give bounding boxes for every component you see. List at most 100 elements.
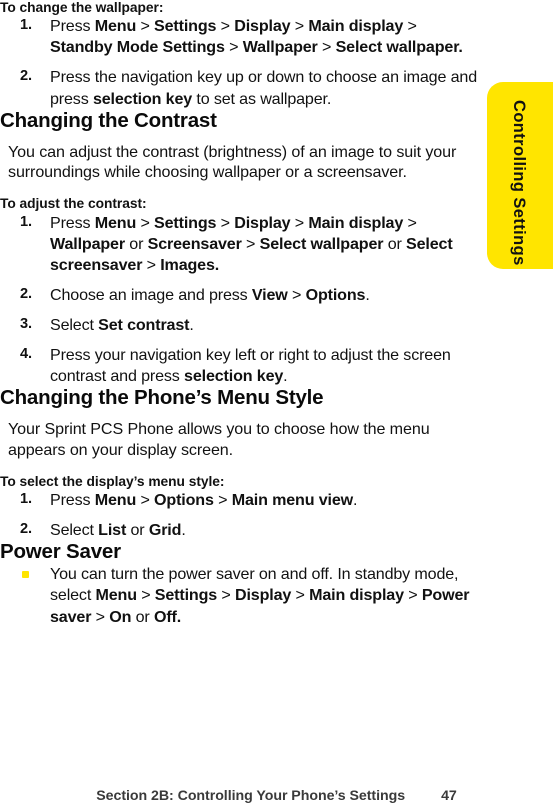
plain-text: > (136, 213, 155, 232)
emphasis-text: Menu (94, 491, 137, 510)
emphasis-text: On (109, 607, 132, 626)
plain-text: > (224, 38, 243, 57)
emphasis-text: Main display (308, 17, 404, 36)
plain-text: . (283, 367, 288, 386)
step-number: 2. (20, 68, 32, 85)
emphasis-text: Display (234, 17, 291, 36)
step-number: 1. (20, 17, 32, 34)
emphasis-text: Menu (94, 17, 137, 36)
plain-text: > (136, 586, 155, 605)
step-item: 1. Press Menu > Settings > Display > Main… (0, 213, 478, 276)
power-saver-heading: Power Saver (0, 540, 121, 564)
emphasis-text: selection key (92, 89, 193, 108)
plain-text: > (213, 491, 232, 510)
plain-text: Press (50, 491, 95, 510)
step-text: Press your navigation key left or right … (50, 346, 451, 385)
plain-text: > (403, 586, 422, 605)
emphasis-text: Wallpaper (50, 234, 125, 253)
menu-style-steps: 1. Press Menu > Options > Main menu view.… (0, 490, 478, 541)
step-item: 1. Press Menu > Options > Main menu view. (0, 490, 478, 511)
emphasis-text: Settings (154, 586, 218, 605)
wallpaper-steps: 1. Press Menu > Settings > Display > Main… (0, 16, 478, 109)
emphasis-text: Standby Mode Settings (50, 38, 225, 57)
bullet-text: You can turn the power saver on and off.… (50, 565, 470, 626)
emphasis-text: Main display (309, 586, 404, 605)
step-text: Press Menu > Settings > Display > Main d… (50, 17, 463, 56)
emphasis-text: Menu (94, 213, 137, 232)
emphasis-text: Grid (148, 521, 182, 540)
plain-text: . (365, 285, 370, 304)
plain-text: . (353, 491, 358, 510)
emphasis-text: Menu (95, 586, 137, 605)
emphasis-text: Select wallpaper (259, 234, 384, 253)
step-item: 1. Press Menu > Settings > Display > Main… (0, 16, 478, 58)
step-item: 2. Choose an image and press View > Optio… (0, 285, 478, 306)
step-number: 1. (20, 213, 32, 230)
wallpaper-subheading: To change the wallpaper: (0, 0, 164, 15)
step-number: 2. (20, 285, 32, 302)
manual-page: Controlling Settings To change the wallp… (0, 0, 553, 810)
step-text: Choose an image and press View > Options… (50, 286, 370, 304)
menu-style-subheading: To select the display’s menu style: (0, 473, 225, 489)
emphasis-text: Off. (153, 607, 182, 626)
step-number: 3. (20, 315, 32, 332)
plain-text: > (91, 607, 110, 626)
step-text: Press Menu > Options > Main menu view. (50, 491, 358, 510)
contrast-paragraph: You can adjust the contrast (brightness)… (8, 142, 457, 182)
step-text: Press Menu > Settings > Display > Main d… (50, 214, 453, 274)
page-content: To change the wallpaper: 1. Press Menu > … (0, 0, 478, 628)
contrast-steps: 1. Press Menu > Settings > Display > Main… (0, 213, 478, 388)
plain-text: > (241, 234, 260, 253)
footer-page-number: 47 (441, 788, 457, 804)
plain-text: > (142, 255, 161, 274)
plain-text: > (290, 17, 309, 36)
plain-text: > (216, 17, 235, 36)
step-item: 4. Press your navigation key left or righ… (0, 345, 478, 387)
plain-text: Choose an image and press (50, 285, 252, 304)
plain-text: or (131, 607, 154, 626)
emphasis-text: Set contrast (98, 315, 190, 334)
emphasis-text: Display (234, 213, 291, 232)
emphasis-text: Options (154, 491, 214, 510)
plain-text: or (126, 521, 149, 540)
emphasis-text: Images. (160, 255, 220, 274)
step-number: 4. (20, 346, 32, 363)
contrast-heading: Changing the Contrast (0, 108, 217, 132)
emphasis-text: View (251, 285, 288, 304)
emphasis-text: Main display (308, 213, 404, 232)
bullet-square-icon (22, 571, 29, 579)
plain-text: Press (50, 213, 95, 232)
plain-text: > (136, 17, 155, 36)
emphasis-text: List (98, 521, 127, 540)
step-number: 2. (20, 521, 32, 538)
plain-text: > (291, 586, 310, 605)
plain-text: Press (50, 17, 95, 36)
emphasis-text: Wallpaper (242, 38, 318, 57)
step-text: Press the navigation key up or down to c… (50, 68, 477, 107)
plain-text: or (383, 234, 407, 253)
step-item: 3. Select Set contrast. (0, 315, 478, 336)
emphasis-text: Main menu view (231, 491, 354, 510)
menu-style-paragraph: Your Sprint PCS Phone allows you to choo… (8, 420, 430, 460)
menu-style-heading: Changing the Phone’s Menu Style (0, 386, 324, 410)
plain-text: > (403, 213, 417, 232)
plain-text: > (136, 491, 155, 510)
emphasis-text: Options (305, 285, 366, 304)
plain-text: > (290, 213, 309, 232)
emphasis-text: selection key (184, 367, 284, 386)
plain-text: . (189, 315, 194, 334)
contrast-subheading: To adjust the contrast: (0, 196, 147, 212)
plain-text: or (124, 234, 148, 253)
step-number: 1. (20, 491, 32, 508)
step-item: 2. Select List or Grid. (0, 520, 478, 541)
footer-section-title: Section 2B: Controlling Your Phone’s Set… (96, 788, 406, 804)
bullet-item: You can turn the power saver on and off.… (0, 564, 478, 627)
emphasis-text: Settings (154, 213, 217, 232)
power-saver-bullets: You can turn the power saver on and off.… (0, 564, 478, 627)
plain-text: to set as wallpaper. (192, 89, 332, 108)
step-text: Select Set contrast. (50, 316, 194, 334)
section-tab-label: Controlling Settings (510, 100, 528, 266)
plain-text: Select (50, 521, 99, 540)
plain-text: > (216, 213, 235, 232)
page-footer: Section 2B: Controlling Your Phone’s Set… (0, 788, 553, 804)
